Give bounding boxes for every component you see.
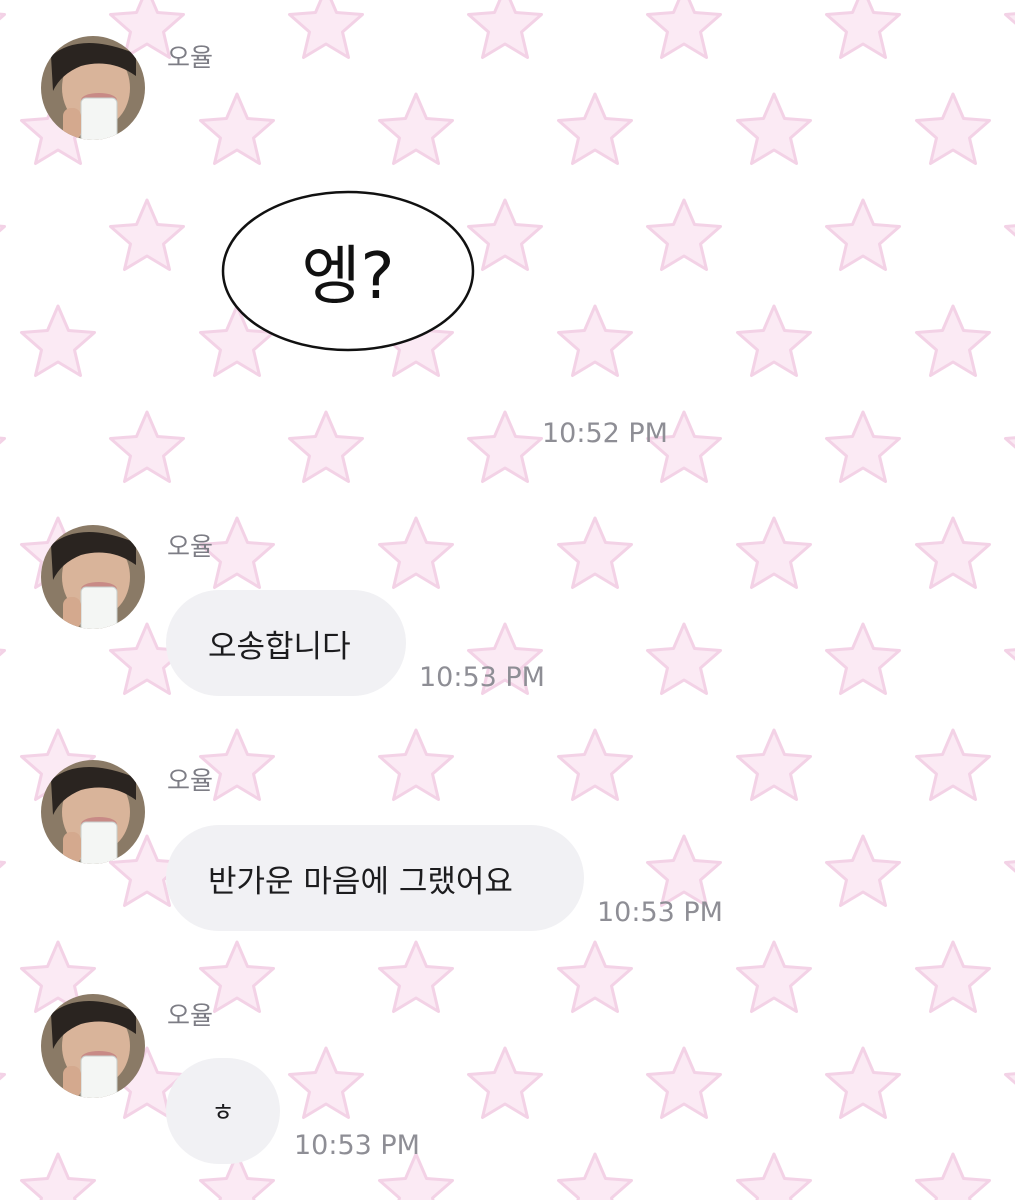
avatar-photo-icon [41,36,145,140]
sender-name: 오율 [167,532,214,561]
message-bubble[interactable]: 반가운 마음에 그랬어요 [166,825,584,931]
sender-avatar[interactable] [41,994,145,1098]
message-bubble[interactable]: ㅎ [166,1058,280,1164]
sender-name: 오율 [167,1001,214,1030]
avatar-photo-icon [41,994,145,1098]
message-timestamp: 10:53 PM [419,662,545,693]
sender-name: 오율 [167,766,214,795]
sender-avatar[interactable] [41,760,145,864]
sticker-text: 엥? [301,240,395,314]
sender-name: 오율 [167,43,214,72]
message-timestamp: 10:53 PM [294,1130,420,1161]
chat-thread: 오율 엥? 10:52 PM 오율 오송합니다 10:53 PM 오율 반가운 … [0,0,1015,1200]
message-timestamp: 10:52 PM [542,418,668,449]
message-bubble[interactable]: 오송합니다 [166,590,406,696]
sender-avatar[interactable] [41,36,145,140]
avatar-photo-icon [41,760,145,864]
avatar-photo-icon [41,525,145,629]
message-timestamp: 10:53 PM [597,897,723,928]
sender-avatar[interactable] [41,525,145,629]
